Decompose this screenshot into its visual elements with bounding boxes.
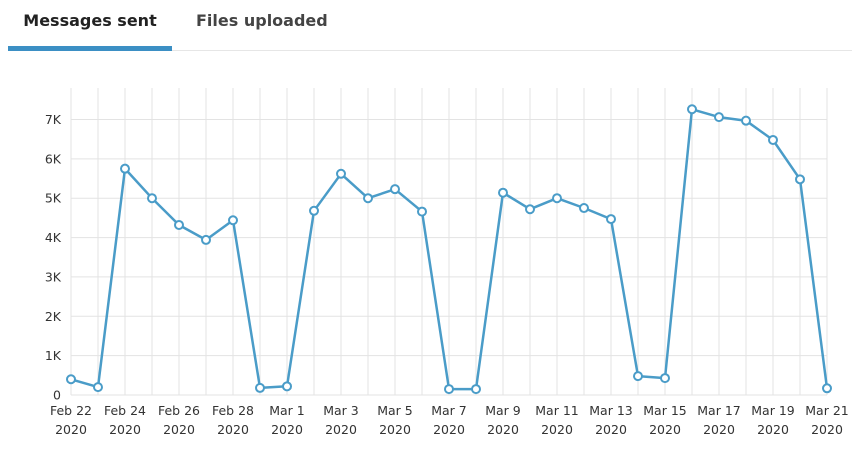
x-tick-label: Mar 19 xyxy=(751,403,795,418)
x-tick-label: Mar 3 xyxy=(323,403,359,418)
data-point xyxy=(552,193,562,204)
x-tick-year-label: 2020 xyxy=(325,422,357,437)
data-point xyxy=(120,163,130,174)
x-tick-year-label: 2020 xyxy=(433,422,465,437)
x-tick-year-label: 2020 xyxy=(703,422,735,437)
y-tick-label: 4K xyxy=(45,230,62,245)
y-tick-label: 1K xyxy=(45,348,62,363)
x-tick-label: Mar 13 xyxy=(589,403,632,418)
x-tick-label: Mar 17 xyxy=(697,403,740,418)
data-point xyxy=(660,373,670,384)
active-tab-indicator xyxy=(8,46,172,51)
messages-sent-line-chart: 0 1K 2K 3K 4K 5K 6K 7K Feb 22 2020 Feb 24 2020 Feb 2… xyxy=(45,88,849,437)
x-tick-label: Mar 15 xyxy=(643,403,686,418)
x-tick-year-label: 2020 xyxy=(541,422,573,437)
x-tick-year-label: 2020 xyxy=(109,422,141,437)
tab-files-uploaded[interactable]: Files uploaded xyxy=(196,10,328,52)
x-tick-year-label: 2020 xyxy=(217,422,249,437)
data-point xyxy=(741,115,751,126)
x-tick-label: Feb 26 xyxy=(158,403,200,418)
data-point xyxy=(768,134,778,145)
x-tick-label: Feb 24 xyxy=(104,403,146,418)
data-point xyxy=(525,204,535,215)
x-tick-label: Mar 9 xyxy=(485,403,521,418)
data-point xyxy=(228,215,238,226)
x-tick-label: Feb 22 xyxy=(50,403,92,418)
data-point xyxy=(795,174,805,185)
x-tick-year-label: 2020 xyxy=(649,422,681,437)
x-tick-year-label: 2020 xyxy=(595,422,627,437)
data-point xyxy=(822,383,832,394)
data-point xyxy=(687,104,697,115)
data-point xyxy=(471,384,481,395)
x-tick-year-label: 2020 xyxy=(487,422,519,437)
data-point xyxy=(93,382,103,393)
data-point xyxy=(390,184,400,195)
y-tick-label: 7K xyxy=(45,112,62,127)
data-point xyxy=(579,203,589,214)
tab-files-uploaded-label: Files uploaded xyxy=(196,11,328,30)
data-point xyxy=(714,112,724,123)
tab-bar: Messages sent Files uploaded xyxy=(0,0,852,52)
data-point xyxy=(309,205,319,216)
data-point xyxy=(66,374,76,385)
data-point xyxy=(498,187,508,198)
x-tick-label: Mar 11 xyxy=(535,403,578,418)
data-point xyxy=(255,382,265,393)
data-point xyxy=(363,193,373,204)
x-tick-label: Feb 28 xyxy=(212,403,254,418)
y-tick-label: 5K xyxy=(45,191,62,206)
x-tick-year-label: 2020 xyxy=(163,422,195,437)
data-point xyxy=(336,168,346,179)
x-tick-label: Mar 1 xyxy=(269,403,305,418)
data-point xyxy=(633,371,643,382)
x-tick-year-label: 2020 xyxy=(379,422,411,437)
data-point xyxy=(201,234,211,245)
data-point xyxy=(174,219,184,230)
x-tick-year-label: 2020 xyxy=(757,422,789,437)
y-tick-label: 2K xyxy=(45,309,62,324)
x-tick-year-label: 2020 xyxy=(811,422,843,437)
data-point xyxy=(417,206,427,217)
x-tick-year-label: 2020 xyxy=(271,422,303,437)
y-tick-label: 6K xyxy=(45,151,62,166)
tab-messages-sent-label: Messages sent xyxy=(23,11,157,30)
data-point xyxy=(444,384,454,395)
data-point xyxy=(147,193,157,204)
x-tick-label: Mar 5 xyxy=(377,403,413,418)
y-tick-label: 3K xyxy=(45,269,62,284)
data-point xyxy=(282,381,292,392)
data-point xyxy=(606,214,616,225)
x-tick-label: Mar 7 xyxy=(431,403,467,418)
x-tick-label: Mar 21 xyxy=(805,403,848,418)
x-tick-year-label: 2020 xyxy=(55,422,87,437)
y-tick-label: 0 xyxy=(53,388,61,403)
